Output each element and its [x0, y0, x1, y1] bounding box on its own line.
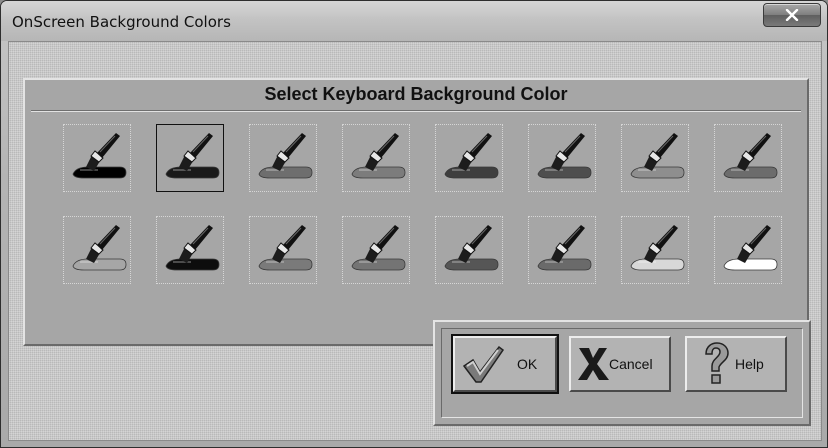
help-button-label: Help — [735, 356, 764, 372]
paintbrush-icon — [351, 133, 406, 179]
cancel-button-label: Cancel — [609, 356, 653, 372]
color-swatch[interactable] — [249, 216, 317, 284]
color-swatch[interactable] — [621, 216, 689, 284]
buttons-panel: OK Cancel Help — [433, 320, 811, 426]
color-swatch[interactable] — [342, 216, 410, 284]
paintbrush-icon — [630, 225, 685, 271]
paintbrush-icon — [351, 225, 406, 271]
paintbrush-icon — [537, 133, 592, 179]
checkmark-icon — [462, 345, 505, 383]
help-button[interactable]: Help — [685, 336, 787, 392]
paintbrush-icon — [723, 133, 778, 179]
color-swatch[interactable] — [621, 124, 689, 192]
color-swatch[interactable] — [342, 124, 410, 192]
dialog-window: OnScreen Background Colors Select Keyboa… — [0, 0, 828, 448]
color-swatch[interactable] — [156, 216, 224, 284]
color-swatch[interactable] — [435, 216, 503, 284]
panel-heading: Select Keyboard Background Color — [264, 84, 568, 104]
question-mark-icon — [705, 342, 729, 384]
paintbrush-icon — [723, 225, 778, 271]
ok-button[interactable]: OK — [451, 334, 559, 394]
color-selection-panel: Select Keyboard Background Color — [23, 78, 809, 346]
color-swatch[interactable] — [63, 124, 131, 192]
cancel-button[interactable]: Cancel — [569, 336, 671, 392]
color-swatch[interactable] — [156, 124, 224, 192]
color-swatch[interactable] — [528, 216, 596, 284]
color-swatch[interactable] — [714, 216, 782, 284]
paintbrush-icon — [444, 225, 499, 271]
paintbrush-icon — [72, 133, 127, 179]
paintbrush-icon — [537, 225, 592, 271]
paintbrush-icon — [630, 133, 685, 179]
ok-button-label: OK — [517, 356, 538, 372]
color-swatch[interactable] — [528, 124, 596, 192]
color-swatch[interactable] — [249, 124, 317, 192]
color-swatch[interactable] — [63, 216, 131, 284]
dialog-client-area: Select Keyboard Background Color OK Canc… — [8, 41, 822, 441]
window-title: OnScreen Background Colors — [12, 13, 231, 31]
close-icon — [785, 9, 799, 21]
close-button[interactable] — [763, 3, 821, 27]
color-swatch[interactable] — [435, 124, 503, 192]
paintbrush-icon — [165, 133, 220, 179]
x-mark-icon — [578, 348, 609, 380]
color-swatch[interactable] — [714, 124, 782, 192]
title-bar[interactable]: OnScreen Background Colors — [1, 1, 827, 41]
paintbrush-icon — [444, 133, 499, 179]
paintbrush-icon — [258, 133, 313, 179]
paintbrush-icon — [165, 225, 220, 271]
paintbrush-icon — [258, 225, 313, 271]
heading-divider — [31, 110, 801, 112]
paintbrush-icon — [72, 225, 127, 271]
